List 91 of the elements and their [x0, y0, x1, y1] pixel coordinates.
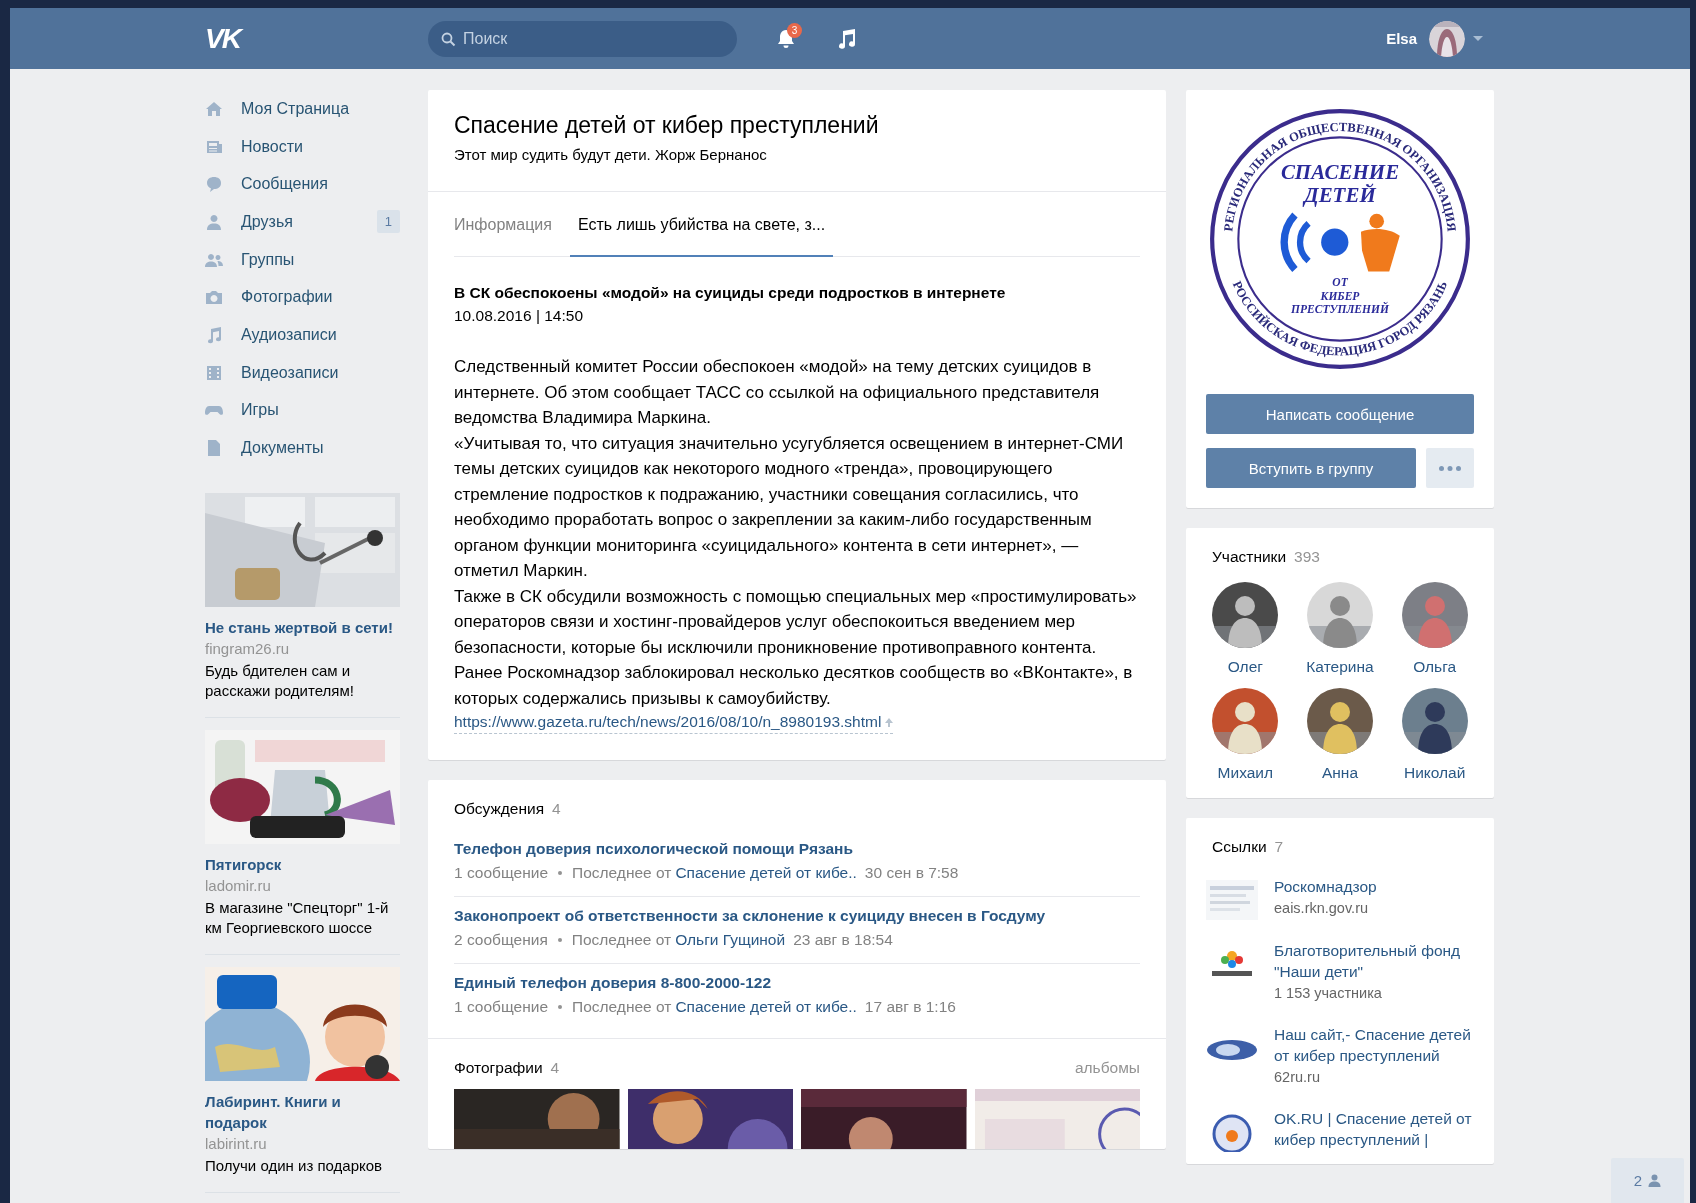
link-title[interactable]: OK.RU | Спасение детей от кибер преступлений | [1274, 1108, 1474, 1150]
nav-item[interactable]: Видеозаписи [205, 353, 400, 392]
link-subtitle: 1 153 участника [1274, 984, 1383, 1003]
message-count: 1 сообщение [454, 864, 548, 882]
member-name[interactable]: Ольга [1413, 658, 1457, 676]
link-subtitle: eais.rkn.gov.ru [1274, 899, 1370, 918]
vk-logo[interactable]: VK [205, 22, 428, 55]
user-name[interactable]: Elsa [1386, 30, 1417, 47]
section-title: Обсуждения [454, 800, 545, 818]
chat-bar[interactable]: 2 [1611, 1158, 1684, 1203]
paragraph: Также в СК обсудили возможность с помощью специальных мер «простимулировать» операторов связи и хостинг-провайдеров услуг обеспокоиться введением мер безопасности, которые бы исключили проникновение противоправного контента. [454, 585, 1138, 659]
nav-item[interactable]: Фотографии [205, 278, 400, 317]
nav-icon [205, 439, 223, 458]
post-title: В СК обеспокоены «модой» на суициды среди подростков в интернете [454, 283, 1007, 303]
member-name[interactable]: Анна [1321, 764, 1359, 782]
author-link[interactable]: Ольги Гущиной [675, 931, 786, 949]
message-count: 1 сообщение [454, 998, 548, 1016]
author-link[interactable]: Спасение детей от кибе.. [675, 864, 857, 882]
notification-badge: 3 [787, 22, 802, 38]
paragraph: «Учитывая то, что ситуация значительно усугубляется освещением в интернет-СМИ темы детских суицидов как некоторого модного «тренда», провоцирующего стремление подростков к подражанию, участники совещания согласились, что необходимо проработать вопрос о закреплении за каким-либо государственным органом функции мониторинга «суицидального» контента в сети интернет», — отметил Маркин. [454, 432, 1125, 582]
nav-item[interactable]: Сообщения [205, 165, 400, 204]
member-name[interactable]: Михаил [1217, 764, 1274, 782]
search-field[interactable]: Поиск [428, 20, 737, 57]
member-name[interactable]: Олег [1227, 658, 1263, 676]
dot-separator [558, 871, 562, 875]
last-label: Последнее от [572, 864, 672, 882]
nav-item[interactable]: Моя Страница [205, 90, 400, 128]
send-message-button[interactable]: Написать сообщение [1206, 394, 1474, 434]
nav-icon [205, 288, 223, 307]
dot-separator [557, 938, 562, 942]
member-name[interactable]: Катерина [1306, 658, 1374, 676]
link-title[interactable]: Роскомнадзор [1274, 876, 1377, 897]
ad-text: В магазине "Спецторг" 1-й км Георгиевского шоссе [205, 897, 390, 938]
section-count: 4 [550, 1059, 560, 1077]
arrow-icon [885, 717, 894, 727]
topic-title[interactable]: Единый телефон доверия 8-800-2000-122 [454, 974, 1140, 992]
tab[interactable]: Информация [454, 192, 552, 257]
ad-domain: ladomir.ru [205, 875, 272, 896]
nav-icon [205, 325, 223, 344]
section-count: 7 [1274, 838, 1284, 856]
ad-text: Получи один из подарков [205, 1155, 384, 1176]
join-group-button[interactable]: Вступить в группу [1206, 448, 1416, 488]
group-title: Спасение детей от кибер преступлений [454, 111, 880, 140]
member-name[interactable]: Николай [1403, 764, 1466, 782]
link-title[interactable]: Благотворительный фонд "Наши дети" [1274, 940, 1474, 982]
section-count: 4 [552, 800, 561, 818]
nav-item[interactable]: Группы [205, 240, 400, 279]
bell-icon[interactable] [775, 27, 797, 50]
ad-title[interactable]: Не стань жертвой в сети! [205, 616, 400, 638]
nav-icon [205, 363, 223, 382]
author-link[interactable]: Спасение детей от кибе.. [675, 998, 857, 1016]
group-status: Этот мир судить будут дети. Жорж Бернанос [454, 146, 768, 163]
ad-domain: labirint.ru [205, 1133, 268, 1154]
person-icon [1648, 1174, 1662, 1187]
more-icon [1439, 465, 1461, 471]
message-count: 2 сообщения [454, 931, 548, 949]
nav-icon [205, 212, 223, 231]
section-title: Участники [1212, 548, 1287, 566]
post-time: 23 авг в 18:54 [793, 931, 893, 949]
nav-item[interactable]: Документы [205, 429, 400, 467]
nav-item[interactable]: Игры [205, 391, 400, 430]
nav-item[interactable]: Друзья 1 [205, 203, 400, 241]
ad-domain: fingram26.ru [205, 638, 291, 659]
nav-item[interactable]: Новости [205, 127, 400, 166]
link-title[interactable]: Наш сайт,- Спасение детей от кибер преступлений [1274, 1024, 1474, 1066]
post-time: 30 сен в 7:58 [864, 864, 959, 882]
count-badge: 1 [376, 210, 400, 234]
paragraph: Ранее Роскомнадзор заблокировал несколько десятков сообществ во «ВКонтакте», в которых содержались призывы к самоубийству. [454, 662, 1134, 710]
section-count: 393 [1294, 548, 1320, 566]
post-time: 17 авг в 1:16 [864, 998, 956, 1016]
ad-text: Будь бдителен сам и расскажи родителям! [205, 660, 355, 701]
nav-item[interactable]: Аудиозаписи [205, 316, 400, 354]
caret-icon[interactable] [1473, 35, 1483, 42]
ad-title[interactable]: Пятигорск [205, 853, 400, 875]
link-subtitle: 62ru.ru [1274, 1068, 1321, 1087]
section-title: Фотографии [454, 1059, 543, 1077]
tab[interactable]: Есть лишь убийства на свете, з... [569, 192, 834, 257]
section-title: Ссылки [1212, 838, 1267, 856]
ad-title[interactable]: Лабиринт. Книги и подарок [205, 1090, 400, 1133]
nav-icon [205, 99, 223, 118]
last-label: Последнее от [571, 931, 672, 949]
topic-title[interactable]: Телефон доверия психологической помощи Рязань [454, 840, 1140, 858]
nav-icon [205, 175, 223, 194]
article-link[interactable]: https://www.gazeta.ru/tech/news/2016/08/10/n_8980193.shtml [454, 711, 894, 734]
paragraph: Следственный комитет России обеспокоен «модой» на тему детских суицидов в интернете. Об этом сообщает ТАСС со ссылкой на официального представителя ведомства Владимира Маркина. [454, 356, 1101, 429]
music-note-icon[interactable] [837, 27, 857, 50]
last-label: Последнее от [572, 998, 672, 1016]
search-icon [441, 31, 456, 47]
dot-separator [558, 1005, 562, 1009]
post-date: 10.08.2016 | 14:50 [454, 306, 584, 326]
topic-title[interactable]: Законопроект об ответственности за склонение к суициду внесен в Госдуму [454, 907, 1140, 925]
